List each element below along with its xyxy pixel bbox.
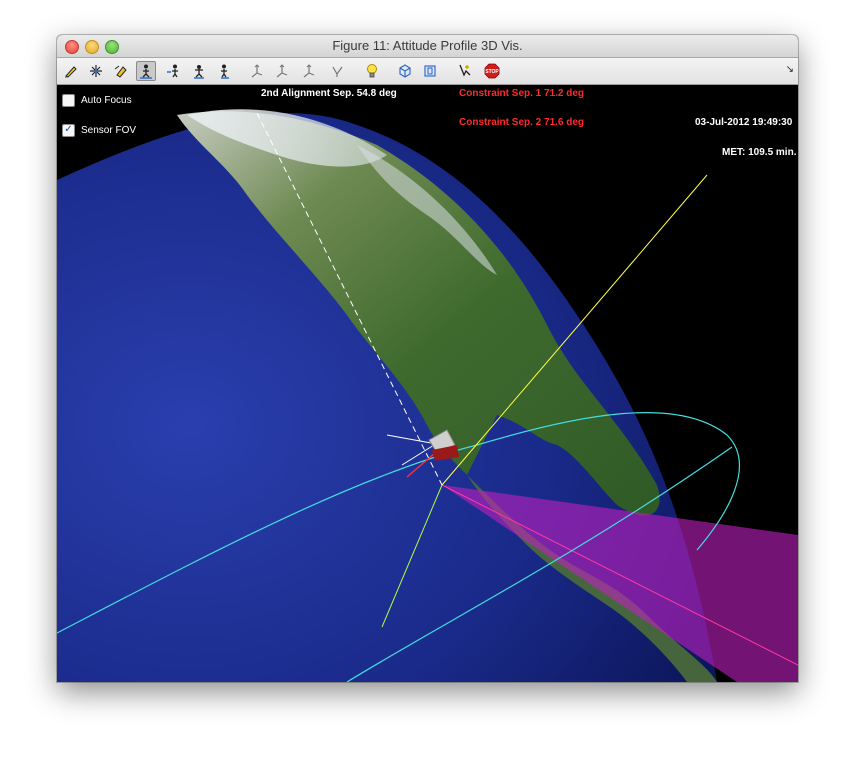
toolbar: STOP ↘: [57, 58, 798, 85]
lightbulb-icon[interactable]: [362, 61, 382, 81]
earth-scene: [57, 109, 798, 682]
datetime-text: 03-Jul-2012 19:49:30: [695, 117, 793, 128]
3d-viewport[interactable]: Auto Focus ✓ Sensor FOV 2nd Alignment Se…: [57, 85, 798, 682]
sensor-fov-label: Sensor FOV: [81, 124, 137, 136]
auto-focus-checkbox[interactable]: Auto Focus: [62, 93, 132, 107]
person-left-icon[interactable]: [163, 61, 183, 81]
constraint-2-text: Constraint Sep. 2 71.6 deg: [459, 117, 585, 128]
auto-focus-label: Auto Focus: [81, 94, 132, 106]
stop-label: STOP: [485, 69, 499, 75]
met-text: MET: 109.5 min.: [722, 147, 797, 158]
alignment-separation-text: 2nd Alignment Sep. 54.8 deg: [261, 88, 397, 99]
window-title: Figure 11: Attitude Profile 3D Vis.: [332, 38, 523, 53]
cube-icon[interactable]: [395, 61, 415, 81]
sensor-fov-box[interactable]: ✓: [62, 123, 75, 137]
pencil-icon[interactable]: [61, 61, 81, 81]
sparkle-icon[interactable]: [86, 61, 106, 81]
title-bar: Figure 11: Attitude Profile 3D Vis.: [57, 35, 798, 58]
box-icon[interactable]: [420, 61, 440, 81]
marker-icon[interactable]: [111, 61, 131, 81]
sensor-fov-checkbox[interactable]: ✓ Sensor FOV: [62, 123, 136, 137]
axis-icon[interactable]: [327, 61, 347, 81]
toolbar-dock-arrow[interactable]: ↘: [786, 64, 794, 75]
stop-icon[interactable]: STOP: [482, 61, 502, 81]
figure-window: Figure 11: Attitude Profile 3D Vis. STOP…: [57, 35, 798, 682]
axis-icon[interactable]: [247, 61, 267, 81]
axis-icon[interactable]: [272, 61, 292, 81]
axis-icon[interactable]: [299, 61, 319, 81]
person-right-icon[interactable]: [215, 61, 235, 81]
cursor-add-icon[interactable]: [455, 61, 475, 81]
constraint-1-text: Constraint Sep. 1 71.2 deg: [459, 88, 585, 99]
auto-focus-box[interactable]: [62, 93, 75, 107]
person-align-icon[interactable]: [136, 61, 156, 81]
person-stand-icon[interactable]: [189, 61, 209, 81]
